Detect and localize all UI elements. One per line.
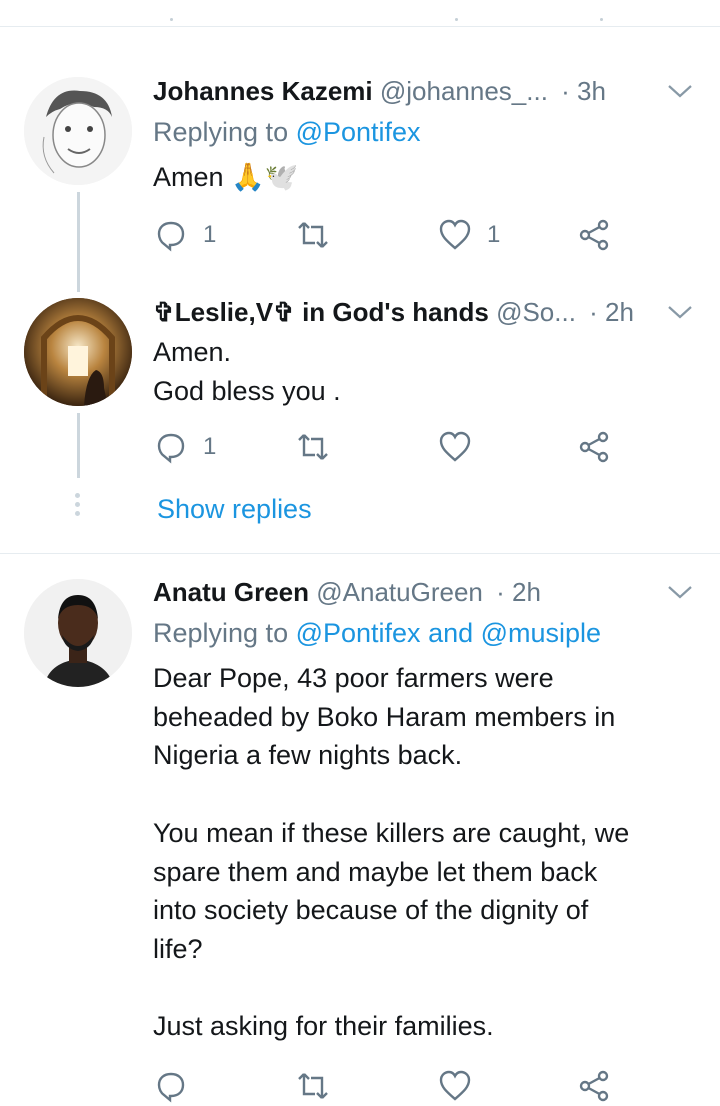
sliver-mark: [455, 18, 458, 21]
heart-icon: [439, 219, 471, 250]
reply-icon: [157, 1072, 185, 1103]
retweet-button[interactable]: [295, 215, 345, 255]
share-icon: [579, 1070, 609, 1102]
tweet-text-line: Dear Pope, 43 poor farmers were: [153, 663, 554, 693]
previous-tweet-sliver: [0, 0, 720, 27]
reply-button[interactable]: [153, 1066, 189, 1106]
tweet-text-line: beheaded by Boko Haram members in: [153, 701, 616, 732]
display-name[interactable]: Johannes Kazemi: [153, 76, 373, 106]
user-handle[interactable]: @AnatuGreen: [316, 577, 483, 607]
tweet-text-line: life?: [153, 933, 203, 964]
tweet-text-line: spare them and maybe let them back: [153, 856, 598, 887]
user-handle[interactable]: @johannes_...: [380, 76, 548, 106]
reply-icon: [157, 433, 185, 464]
thread-line: [77, 413, 80, 478]
sliver-mark: [170, 18, 173, 21]
avatar-johannes[interactable]: [24, 77, 132, 185]
replying-to-prefix: Replying to: [153, 117, 296, 147]
reply-count: 1: [203, 221, 217, 248]
sliver-mark: [600, 18, 603, 21]
tweet-text-line: You mean if these killers are caught, we: [153, 817, 630, 848]
avatar-church-image: [24, 298, 132, 406]
reply-button[interactable]: 1: [153, 427, 216, 467]
share-button[interactable]: [577, 427, 613, 467]
avatar-anatu[interactable]: [24, 579, 132, 687]
tweet-text-line: God bless you .: [153, 375, 341, 406]
tweet-header: Johannes Kazemi @johannes_... · 3h: [153, 74, 606, 108]
tweet-actions: 1: [153, 427, 633, 467]
like-button[interactable]: [437, 427, 487, 467]
tweet-text-line: [153, 775, 693, 814]
heart-icon: [439, 431, 471, 462]
tweet-actions: [153, 1066, 633, 1106]
replying-to: Replying to @Pontifex and @musiple: [153, 616, 601, 650]
tweet-text-line: Just asking for their families.: [153, 1011, 494, 1042]
tweet-header: Anatu Green @AnatuGreen · 2h: [153, 575, 541, 609]
tweet-text-line: Nigeria a few nights back.: [153, 740, 463, 771]
heart-icon: [439, 1070, 471, 1101]
chevron-down-icon[interactable]: [666, 82, 694, 100]
tweet-text-line: [153, 969, 693, 1008]
like-button[interactable]: 1: [437, 215, 500, 255]
thread-dot: [75, 511, 80, 516]
reply-count: 1: [203, 433, 217, 460]
tweet-text-line: into society because of the dignity of: [153, 895, 589, 926]
tweet-time[interactable]: · 3h: [561, 76, 606, 106]
avatar-portrait: [24, 579, 132, 687]
share-icon: [579, 219, 609, 251]
share-button[interactable]: [577, 1066, 613, 1106]
tweet-actions: 1 1: [153, 215, 633, 255]
replying-to-link[interactable]: @Pontifex and @musiple: [296, 618, 601, 648]
retweet-icon: [298, 434, 328, 460]
retweet-icon: [298, 1073, 328, 1099]
retweet-button[interactable]: [295, 1066, 331, 1106]
like-button[interactable]: [437, 1066, 473, 1106]
thread-dot: [75, 502, 80, 507]
retweet-icon: [298, 222, 328, 248]
tweet-time[interactable]: · 2h: [589, 297, 634, 327]
thread-dot: [75, 493, 80, 498]
tweet-time[interactable]: · 2h: [496, 577, 541, 607]
replying-to-prefix: Replying to: [153, 618, 296, 648]
more-thread-dots: [75, 493, 81, 520]
share-button[interactable]: [577, 215, 613, 255]
user-handle[interactable]: @So...: [496, 297, 576, 327]
share-icon: [579, 431, 609, 463]
tweet-header: ✞Leslie,V✞ in God's hands @So... · 2h: [153, 295, 634, 329]
retweet-button[interactable]: [295, 427, 345, 467]
reply-icon: [157, 221, 185, 252]
thread-line: [77, 192, 80, 292]
display-name[interactable]: ✞Leslie,V✞ in God's hands: [153, 297, 489, 327]
like-count: 1: [487, 221, 501, 248]
divider: [0, 553, 720, 554]
tweet-text-line: Amen 🙏🕊️: [153, 162, 299, 192]
tweet-text: Amen. God bless you .: [153, 333, 693, 410]
tweet-text: Dear Pope, 43 poor farmers were beheaded…: [153, 659, 693, 1046]
chevron-down-icon[interactable]: [666, 303, 694, 321]
replying-to-link[interactable]: @Pontifex: [296, 117, 421, 147]
tweet-text-line: Amen.: [153, 337, 232, 367]
avatar-leslie[interactable]: [24, 298, 132, 406]
reply-button[interactable]: 1: [153, 215, 216, 255]
chevron-down-icon[interactable]: [666, 583, 694, 601]
replying-to: Replying to @Pontifex: [153, 115, 421, 149]
display-name[interactable]: Anatu Green: [153, 577, 309, 607]
tweet-text: Amen 🙏🕊️: [153, 158, 693, 197]
avatar-sketch-face: [24, 77, 132, 185]
show-replies-link[interactable]: Show replies: [157, 492, 312, 526]
